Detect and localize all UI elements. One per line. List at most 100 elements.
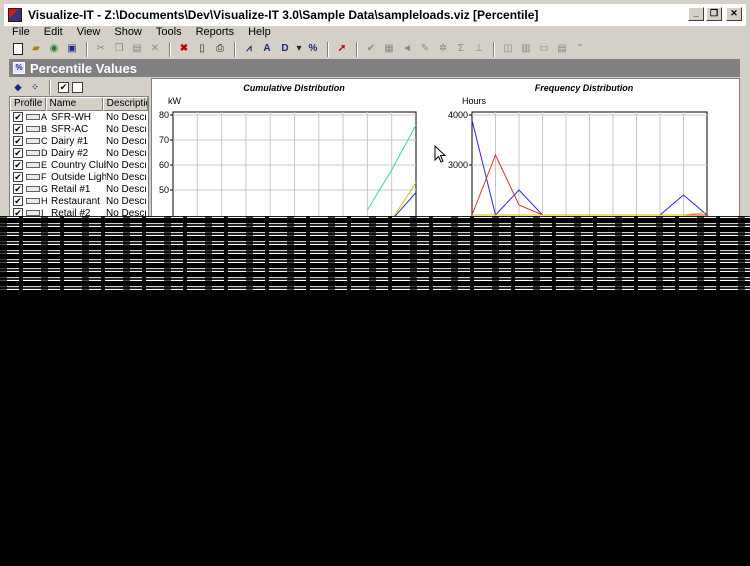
close-button[interactable]: ✕ — [726, 7, 742, 21]
profile-icon — [26, 174, 40, 180]
check-icon[interactable]: ✔ — [363, 42, 379, 57]
list-item[interactable]: ✔ ASFR-WH No Descrip — [10, 111, 148, 123]
app-logo-icon[interactable] — [8, 8, 22, 22]
y-tick-label: 3000 — [448, 160, 468, 170]
menu-bar: File Edit View Show Tools Reports Help — [4, 24, 746, 40]
y-tick-label: 4000 — [448, 110, 468, 120]
profile-description: No Descrip — [106, 159, 146, 171]
profile-icon — [26, 114, 40, 120]
profile-letter: C — [41, 136, 48, 146]
print-icon[interactable]: ⎙ — [212, 42, 228, 57]
profile-checkbox[interactable]: ✔ — [13, 160, 23, 170]
profile-letter: H — [41, 196, 48, 206]
profile-checkbox[interactable]: ✔ — [13, 124, 23, 134]
profile-checkbox[interactable]: ✔ — [13, 136, 23, 146]
list-item[interactable]: ✔ BSFR-AC No Descrip — [10, 123, 148, 135]
corrupted-region — [0, 216, 750, 292]
toolbar-separator — [356, 41, 358, 57]
table-icon[interactable]: ▤ — [554, 42, 570, 57]
grid-icon[interactable]: ▦ — [381, 42, 397, 57]
new-file-icon[interactable] — [10, 42, 26, 57]
column-name[interactable]: Name — [45, 97, 103, 111]
open-folder-icon[interactable]: ▰ — [28, 42, 44, 57]
profile-icon — [26, 198, 40, 204]
series-line — [393, 182, 417, 216]
profile-checkbox[interactable]: ✔ — [13, 196, 23, 206]
list-item[interactable]: ✔ HRestaurant No Descrip — [10, 195, 148, 207]
tiv-icon[interactable]: ▭ — [536, 42, 552, 57]
profile-checkbox[interactable]: ✔ — [13, 172, 23, 182]
list-rows: ✔ ASFR-WH No Descrip ✔ BSFR-AC No Descrip ✔ CDa… — [10, 111, 148, 216]
gear-icon[interactable]: ✲ — [435, 42, 451, 57]
percent-icon: % — [13, 62, 25, 74]
y-tick-label: 70 — [159, 135, 169, 145]
menu-view[interactable]: View — [69, 26, 107, 38]
list-item[interactable]: ✔ ECountry ClubNo Descrip — [10, 159, 148, 171]
profile-name: Dairy #1 — [51, 135, 89, 147]
menu-help[interactable]: Help — [240, 26, 277, 38]
profile-list-toolbar: ◆ ⁘ ✔ — [9, 79, 149, 95]
tool-icon[interactable]: ✎ — [417, 42, 433, 57]
text-a-icon[interactable]: A — [259, 42, 275, 57]
chart-title: Frequency Distribution — [535, 83, 634, 93]
paste-icon[interactable]: ▤ — [129, 42, 145, 57]
pointer-icon[interactable]: ➚ — [334, 42, 350, 57]
percent-icon[interactable]: % — [305, 42, 321, 57]
toolbar-separator — [86, 41, 88, 57]
arrow-left-icon[interactable]: ◄ — [399, 42, 415, 57]
check-all-checkbox[interactable]: ✔ — [58, 81, 69, 93]
minimize-button[interactable]: _ — [688, 7, 704, 21]
dropdown-arrow-icon[interactable]: ▾ — [295, 42, 303, 57]
profile-name: Retail #2 — [51, 207, 91, 217]
profile-name: Country Club — [51, 159, 106, 171]
column-description[interactable]: Description — [102, 97, 148, 111]
menu-tools[interactable]: Tools — [148, 26, 188, 38]
select-grid-icon[interactable]: ⁘ — [28, 80, 42, 94]
axis-icon[interactable]: ⊥ — [471, 42, 487, 57]
profile-checkbox[interactable]: ✔ — [13, 208, 23, 216]
copy-icon[interactable]: ❐ — [111, 42, 127, 57]
delete-icon[interactable]: ✕ — [147, 42, 163, 57]
restore-button[interactable]: ❐ — [706, 7, 722, 21]
line-chart-icon[interactable]: ⩘ — [241, 42, 257, 57]
profile-name: SFR-AC — [51, 123, 89, 135]
menu-file[interactable]: File — [4, 26, 36, 38]
profile-checkbox[interactable]: ✔ — [13, 148, 23, 158]
sigma-icon[interactable]: Σ — [453, 42, 469, 57]
text-d-icon[interactable]: D — [277, 42, 293, 57]
column-profile[interactable]: Profile — [10, 97, 46, 111]
export-icon[interactable]: ▯ — [194, 42, 210, 57]
y-axis-label: kW — [168, 96, 182, 106]
excel-export-icon[interactable]: ✖ — [176, 42, 192, 57]
profile-description: No Descrip — [106, 195, 146, 207]
menu-edit[interactable]: Edit — [36, 26, 69, 38]
globe-icon[interactable]: ◉ — [46, 42, 62, 57]
profile-description: No Descrip — [106, 135, 146, 147]
toolbar-separator — [49, 79, 51, 95]
chart-icon[interactable]: ▥ — [518, 42, 534, 57]
chart-title: Cumulative Distribution — [243, 83, 345, 93]
profile-letter: F — [41, 172, 47, 182]
y-tick-label: 60 — [159, 160, 169, 170]
save-icon[interactable]: ▣ — [64, 42, 80, 57]
view-icon[interactable]: ◫ — [500, 42, 516, 57]
cut-icon[interactable]: ✂ — [93, 42, 109, 57]
peak-icon[interactable]: ⌃ — [572, 42, 588, 57]
list-item[interactable]: ✔ DDairy #2 No Descrip — [10, 147, 148, 159]
uncheck-all-checkbox[interactable] — [72, 81, 83, 93]
list-item[interactable]: ✔ F Outside LightsNo Descrip — [10, 171, 148, 183]
menu-reports[interactable]: Reports — [188, 26, 241, 38]
list-item[interactable]: ✔ GRetail #1 No Descrip — [10, 183, 148, 195]
profile-icon — [26, 126, 40, 132]
application-window: Visualize-IT - Z:\Documents\Dev\Visualiz… — [0, 0, 750, 216]
profile-description: No Descrip — [106, 111, 146, 123]
list-item[interactable]: ✔ I Retail #2 No Descrip — [10, 207, 148, 216]
profile-checkbox[interactable]: ✔ — [13, 112, 23, 122]
list-item[interactable]: ✔ CDairy #1 No Descrip — [10, 135, 148, 147]
profile-letter: D — [41, 148, 48, 158]
y-tick-label: 50 — [159, 185, 169, 195]
menu-show[interactable]: Show — [106, 26, 148, 38]
profile-checkbox[interactable]: ✔ — [13, 184, 23, 194]
move-icon[interactable]: ◆ — [11, 80, 25, 94]
profile-description: No Descrip — [106, 171, 146, 183]
